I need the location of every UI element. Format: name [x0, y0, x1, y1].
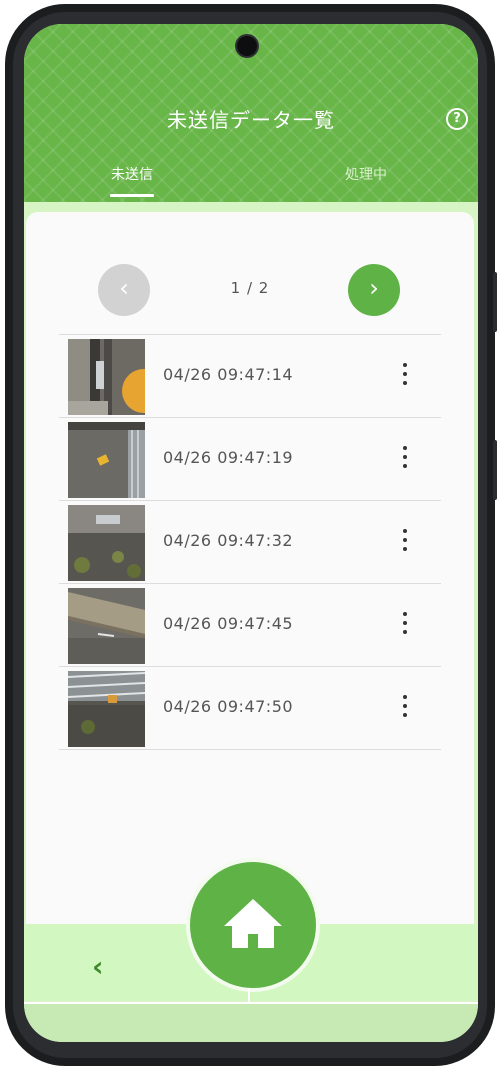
photo-thumbnail	[68, 588, 145, 664]
page-title: 未送信データ一覧	[167, 108, 335, 132]
app-screen: 未送信データ一覧 ? 未送信 処理中 ‹ 1 / 2 › 04/26 09:47…	[24, 24, 478, 1042]
next-page-button[interactable]: ›	[348, 264, 400, 316]
list-item[interactable]: 04/26 09:47:50	[59, 666, 441, 750]
front-camera	[237, 36, 257, 56]
volume-button	[493, 272, 497, 332]
list-item[interactable]: 04/26 09:47:32	[59, 500, 441, 583]
item-timestamp: 04/26 09:47:50	[163, 697, 294, 716]
previous-page-button[interactable]: ‹	[98, 264, 150, 316]
item-timestamp: 04/26 09:47:45	[163, 614, 294, 633]
pagination: ‹ 1 / 2 ›	[26, 264, 474, 316]
item-timestamp: 04/26 09:47:14	[163, 365, 294, 384]
photo-thumbnail	[68, 339, 145, 415]
tab-processing[interactable]: 処理中	[306, 164, 426, 184]
item-timestamp: 04/26 09:47:32	[163, 531, 294, 550]
app-header: 未送信データ一覧 ? 未送信 処理中	[24, 24, 478, 202]
list-item[interactable]: 04/26 09:47:14	[59, 334, 441, 417]
photo-thumbnail	[68, 422, 145, 498]
item-timestamp: 04/26 09:47:19	[163, 448, 294, 467]
tab-unsent[interactable]: 未送信	[72, 164, 192, 184]
system-nav-area	[24, 1004, 478, 1042]
more-vert-icon[interactable]	[399, 446, 411, 468]
more-vert-icon[interactable]	[399, 612, 411, 634]
page-indicator: 1 / 2	[230, 279, 270, 297]
more-vert-icon[interactable]	[399, 529, 411, 551]
more-vert-icon[interactable]	[399, 695, 411, 717]
question-circle-icon: ?	[453, 111, 461, 126]
list-item[interactable]: 04/26 09:47:45	[59, 583, 441, 666]
unsent-data-list: 04/26 09:47:14 04/26 09:47:19 04/26 09:4…	[59, 334, 441, 750]
more-vert-icon[interactable]	[399, 363, 411, 385]
home-button[interactable]	[186, 858, 320, 992]
chevron-left-icon: ‹	[119, 274, 129, 302]
back-button[interactable]: ‹	[92, 950, 104, 983]
photo-thumbnail	[68, 505, 145, 581]
list-card: ‹ 1 / 2 › 04/26 09:47:14 04/26 09:47:19 …	[26, 212, 474, 952]
chevron-left-icon: ‹	[92, 950, 104, 983]
photo-thumbnail	[68, 671, 145, 747]
list-item[interactable]: 04/26 09:47:19	[59, 417, 441, 500]
chevron-right-icon: ›	[369, 274, 379, 302]
power-button	[493, 440, 497, 500]
tab-active-indicator	[110, 194, 154, 197]
home-icon	[224, 899, 282, 948]
help-button[interactable]: ?	[446, 108, 468, 130]
